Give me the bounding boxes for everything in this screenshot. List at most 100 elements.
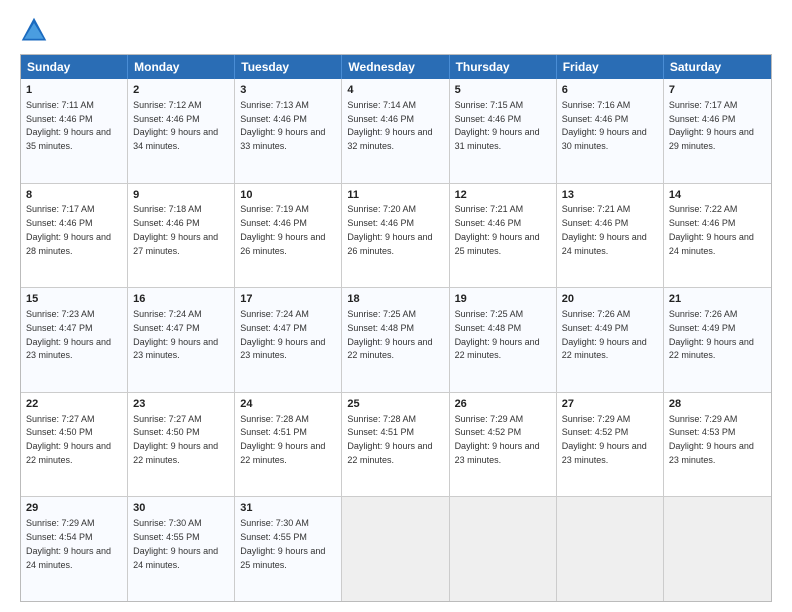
day-number: 12 (455, 188, 551, 203)
calendar-cell (450, 497, 557, 601)
calendar-cell: 24 Sunrise: 7:28 AM Sunset: 4:51 PM Dayli… (235, 393, 342, 497)
calendar-cell: 1 Sunrise: 7:11 AM Sunset: 4:46 PM Daylig… (21, 79, 128, 183)
cell-info: Sunrise: 7:12 AM Sunset: 4:46 PM Dayligh… (133, 100, 218, 151)
calendar-cell (342, 497, 449, 601)
calendar-row: 29 Sunrise: 7:29 AM Sunset: 4:54 PM Dayli… (21, 497, 771, 601)
calendar-day-header: Friday (557, 55, 664, 79)
day-number: 4 (347, 83, 443, 98)
cell-info: Sunrise: 7:24 AM Sunset: 4:47 PM Dayligh… (133, 309, 218, 360)
day-number: 5 (455, 83, 551, 98)
calendar-cell: 10Sunrise: 7:19 AM Sunset: 4:46 PM Dayli… (235, 184, 342, 288)
cell-info: Sunrise: 7:30 AM Sunset: 4:55 PM Dayligh… (133, 518, 218, 569)
day-number: 27 (562, 397, 658, 412)
calendar-cell: 16Sunrise: 7:24 AM Sunset: 4:47 PM Dayli… (128, 288, 235, 392)
header (20, 16, 772, 44)
cell-info: Sunrise: 7:28 AM Sunset: 4:51 PM Dayligh… (347, 414, 432, 465)
calendar-cell (557, 497, 664, 601)
calendar-cell: 11Sunrise: 7:20 AM Sunset: 4:46 PM Dayli… (342, 184, 449, 288)
cell-info: Sunrise: 7:26 AM Sunset: 4:49 PM Dayligh… (562, 309, 647, 360)
cell-info: Sunrise: 7:13 AM Sunset: 4:46 PM Dayligh… (240, 100, 325, 151)
calendar-cell: 13Sunrise: 7:21 AM Sunset: 4:46 PM Dayli… (557, 184, 664, 288)
cell-info: Sunrise: 7:21 AM Sunset: 4:46 PM Dayligh… (562, 204, 647, 255)
day-number: 13 (562, 188, 658, 203)
day-number: 29 (26, 501, 122, 516)
calendar-cell: 28 Sunrise: 7:29 AM Sunset: 4:53 PM Dayli… (664, 393, 771, 497)
calendar-day-header: Wednesday (342, 55, 449, 79)
cell-info: Sunrise: 7:30 AM Sunset: 4:55 PM Dayligh… (240, 518, 325, 569)
calendar-cell: 17Sunrise: 7:24 AM Sunset: 4:47 PM Dayli… (235, 288, 342, 392)
calendar-day-header: Monday (128, 55, 235, 79)
day-number: 21 (669, 292, 766, 307)
calendar-cell: 23 Sunrise: 7:27 AM Sunset: 4:50 PM Dayli… (128, 393, 235, 497)
calendar-cell: 15 Sunrise: 7:23 AM Sunset: 4:47 PM Dayli… (21, 288, 128, 392)
day-number: 28 (669, 397, 766, 412)
cell-info: Sunrise: 7:29 AM Sunset: 4:54 PM Dayligh… (26, 518, 111, 569)
cell-info: Sunrise: 7:23 AM Sunset: 4:47 PM Dayligh… (26, 309, 111, 360)
logo-icon (20, 16, 48, 44)
day-number: 22 (26, 397, 122, 412)
calendar-cell: 14Sunrise: 7:22 AM Sunset: 4:46 PM Dayli… (664, 184, 771, 288)
day-number: 20 (562, 292, 658, 307)
cell-info: Sunrise: 7:11 AM Sunset: 4:46 PM Dayligh… (26, 100, 111, 151)
calendar-cell: 27Sunrise: 7:29 AM Sunset: 4:52 PM Dayli… (557, 393, 664, 497)
cell-info: Sunrise: 7:16 AM Sunset: 4:46 PM Dayligh… (562, 100, 647, 151)
calendar-day-header: Tuesday (235, 55, 342, 79)
calendar-day-header: Saturday (664, 55, 771, 79)
cell-info: Sunrise: 7:25 AM Sunset: 4:48 PM Dayligh… (347, 309, 432, 360)
day-number: 6 (562, 83, 658, 98)
day-number: 18 (347, 292, 443, 307)
calendar-cell: 8Sunrise: 7:17 AM Sunset: 4:46 PM Daylig… (21, 184, 128, 288)
cell-info: Sunrise: 7:20 AM Sunset: 4:46 PM Dayligh… (347, 204, 432, 255)
calendar-day-header: Thursday (450, 55, 557, 79)
cell-info: Sunrise: 7:15 AM Sunset: 4:46 PM Dayligh… (455, 100, 540, 151)
day-number: 8 (26, 188, 122, 203)
day-number: 7 (669, 83, 766, 98)
calendar-cell: 18 Sunrise: 7:25 AM Sunset: 4:48 PM Dayli… (342, 288, 449, 392)
cell-info: Sunrise: 7:19 AM Sunset: 4:46 PM Dayligh… (240, 204, 325, 255)
calendar-cell: 30 Sunrise: 7:30 AM Sunset: 4:55 PM Dayli… (128, 497, 235, 601)
cell-info: Sunrise: 7:17 AM Sunset: 4:46 PM Dayligh… (669, 100, 754, 151)
day-number: 15 (26, 292, 122, 307)
calendar-cell: 3 Sunrise: 7:13 AM Sunset: 4:46 PM Daylig… (235, 79, 342, 183)
calendar-cell (664, 497, 771, 601)
calendar-cell: 7 Sunrise: 7:17 AM Sunset: 4:46 PM Daylig… (664, 79, 771, 183)
day-number: 26 (455, 397, 551, 412)
calendar: SundayMondayTuesdayWednesdayThursdayFrid… (20, 54, 772, 602)
cell-info: Sunrise: 7:29 AM Sunset: 4:53 PM Dayligh… (669, 414, 754, 465)
cell-info: Sunrise: 7:27 AM Sunset: 4:50 PM Dayligh… (133, 414, 218, 465)
calendar-day-header: Sunday (21, 55, 128, 79)
calendar-row: 15 Sunrise: 7:23 AM Sunset: 4:47 PM Dayli… (21, 288, 771, 393)
day-number: 31 (240, 501, 336, 516)
day-number: 1 (26, 83, 122, 98)
cell-info: Sunrise: 7:28 AM Sunset: 4:51 PM Dayligh… (240, 414, 325, 465)
logo (20, 16, 52, 44)
day-number: 11 (347, 188, 443, 203)
cell-info: Sunrise: 7:26 AM Sunset: 4:49 PM Dayligh… (669, 309, 754, 360)
calendar-body: 1 Sunrise: 7:11 AM Sunset: 4:46 PM Daylig… (21, 79, 771, 601)
calendar-cell: 31 Sunrise: 7:30 AM Sunset: 4:55 PM Dayli… (235, 497, 342, 601)
cell-info: Sunrise: 7:29 AM Sunset: 4:52 PM Dayligh… (455, 414, 540, 465)
calendar-header: SundayMondayTuesdayWednesdayThursdayFrid… (21, 55, 771, 79)
day-number: 17 (240, 292, 336, 307)
day-number: 23 (133, 397, 229, 412)
day-number: 30 (133, 501, 229, 516)
day-number: 19 (455, 292, 551, 307)
cell-info: Sunrise: 7:27 AM Sunset: 4:50 PM Dayligh… (26, 414, 111, 465)
calendar-row: 1 Sunrise: 7:11 AM Sunset: 4:46 PM Daylig… (21, 79, 771, 184)
calendar-cell: 9Sunrise: 7:18 AM Sunset: 4:46 PM Daylig… (128, 184, 235, 288)
cell-info: Sunrise: 7:22 AM Sunset: 4:46 PM Dayligh… (669, 204, 754, 255)
day-number: 3 (240, 83, 336, 98)
day-number: 25 (347, 397, 443, 412)
calendar-cell: 19Sunrise: 7:25 AM Sunset: 4:48 PM Dayli… (450, 288, 557, 392)
calendar-cell: 6 Sunrise: 7:16 AM Sunset: 4:46 PM Daylig… (557, 79, 664, 183)
day-number: 2 (133, 83, 229, 98)
day-number: 24 (240, 397, 336, 412)
calendar-row: 8Sunrise: 7:17 AM Sunset: 4:46 PM Daylig… (21, 184, 771, 289)
calendar-cell: 2 Sunrise: 7:12 AM Sunset: 4:46 PM Daylig… (128, 79, 235, 183)
calendar-cell: 21 Sunrise: 7:26 AM Sunset: 4:49 PM Dayli… (664, 288, 771, 392)
calendar-cell: 4Sunrise: 7:14 AM Sunset: 4:46 PM Daylig… (342, 79, 449, 183)
calendar-cell: 20 Sunrise: 7:26 AM Sunset: 4:49 PM Dayli… (557, 288, 664, 392)
cell-info: Sunrise: 7:18 AM Sunset: 4:46 PM Dayligh… (133, 204, 218, 255)
calendar-cell: 5 Sunrise: 7:15 AM Sunset: 4:46 PM Daylig… (450, 79, 557, 183)
cell-info: Sunrise: 7:17 AM Sunset: 4:46 PM Dayligh… (26, 204, 111, 255)
